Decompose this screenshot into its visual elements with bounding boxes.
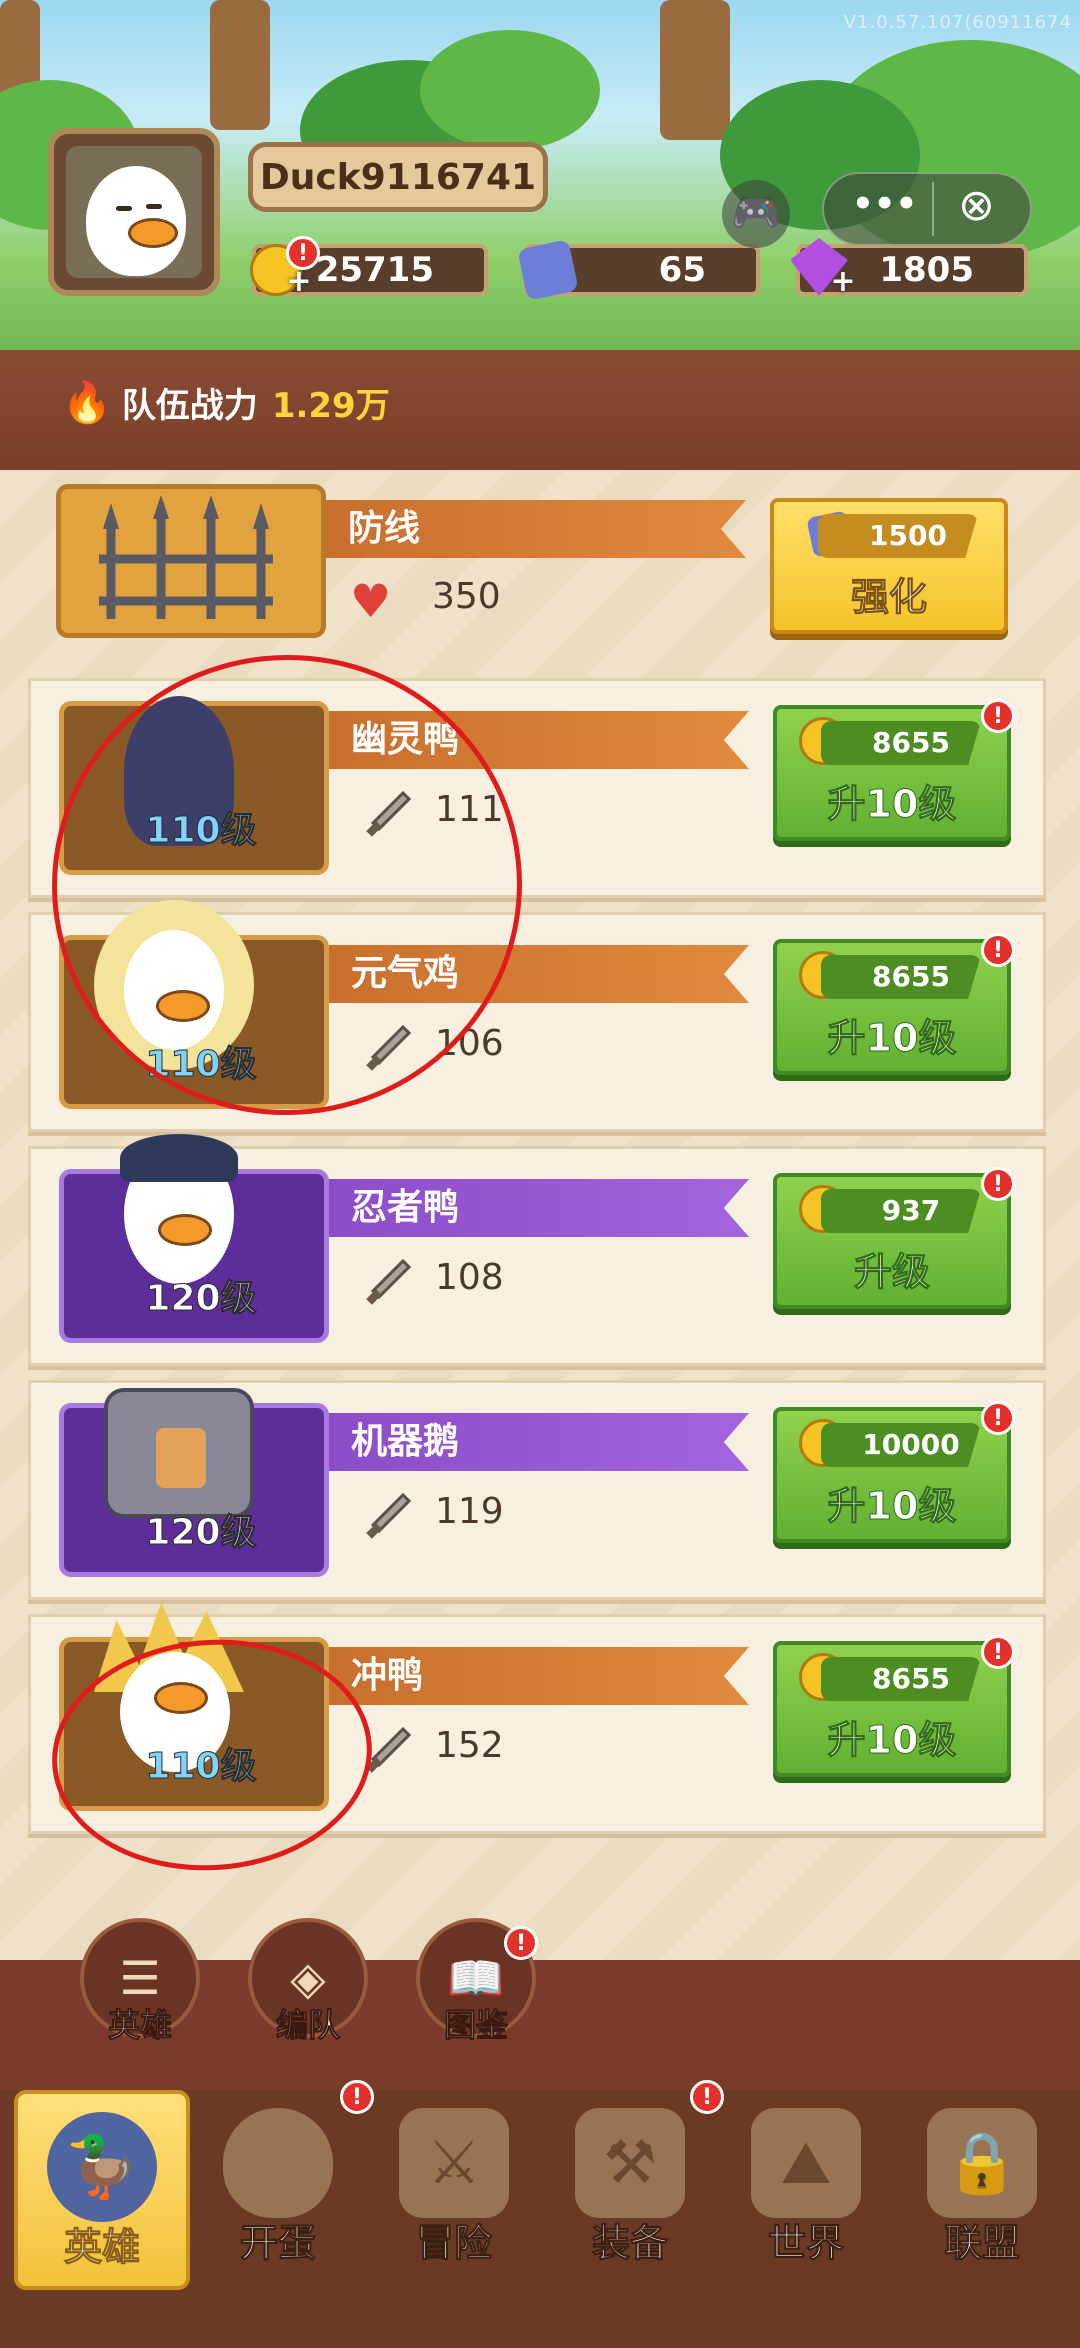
tab-adventure[interactable]: ⚔ 冒险 xyxy=(366,2090,542,2290)
defense-hp: 350 xyxy=(432,576,501,617)
robot-beak-icon xyxy=(156,1428,206,1488)
plus-icon[interactable]: + xyxy=(830,267,856,297)
tab-label: 英雄 xyxy=(63,2225,140,2270)
subnav-label: 英雄 xyxy=(107,2006,172,2045)
hero-name: 冲鸭 xyxy=(329,1647,749,1705)
map-icon: ⛰ xyxy=(751,2108,861,2218)
upgrade-button[interactable]: 8655 升10级 xyxy=(773,939,1011,1075)
fence-icon xyxy=(56,484,326,638)
version-text: V1.0.57.107(60911674 xyxy=(843,12,1072,33)
upgrade-cost: 937 xyxy=(821,1189,981,1233)
tab-label: 装备 xyxy=(591,2221,668,2266)
subnav-label: 图鉴 xyxy=(443,2006,508,2045)
upgrade-label: 升10级 xyxy=(827,1016,957,1061)
tab-label: 联盟 xyxy=(943,2221,1020,2266)
tab-egg[interactable]: 开蛋 xyxy=(190,2090,366,2290)
alert-badge: ! xyxy=(981,1167,1015,1201)
diamond-value: 1805 xyxy=(879,250,974,290)
tab-alliance[interactable]: 🔒 联盟 xyxy=(894,2090,1070,2290)
crossed-swords-icon: ⚔ xyxy=(399,2108,509,2218)
gold-value: 25715 xyxy=(315,250,434,290)
anvil-icon: ⚒ xyxy=(575,2108,685,2218)
tab-label: 开蛋 xyxy=(239,2221,316,2266)
hero-icon: 🦆 xyxy=(47,2112,157,2222)
upgrade-label: 升10级 xyxy=(827,1718,957,1763)
hero-card-ninja-duck[interactable]: 120级 忍者鸭 108 937 升级 ! xyxy=(28,1134,1046,1366)
tab-equipment[interactable]: ⚒ 装备 xyxy=(542,2090,718,2290)
hero-card-robot-goose[interactable]: 120级 机器鹅 119 10000 升10级 ! xyxy=(28,1380,1046,1600)
upgrade-label: 升10级 xyxy=(827,1484,957,1529)
more-button[interactable]: ••• xyxy=(852,184,917,224)
duck-avatar-icon xyxy=(66,146,202,278)
alert-badge: ! xyxy=(981,1635,1015,1669)
team-power: 🔥 队伍战力 1.29万 xyxy=(62,378,390,427)
upgrade-label: 升级 xyxy=(853,1250,930,1295)
upgrade-button[interactable]: 8655 升10级 xyxy=(773,705,1011,841)
sword-icon xyxy=(363,1257,413,1307)
team-power-value: 1.29万 xyxy=(271,386,390,426)
flame-icon: 🔥 xyxy=(62,380,112,426)
tab-label: 世界 xyxy=(767,2221,844,2266)
subnav-label: 编队 xyxy=(275,2006,340,2045)
upgrade-button[interactable]: 937 升级 xyxy=(773,1173,1011,1309)
hero-attack: 152 xyxy=(435,1725,504,1766)
tab-world[interactable]: ⛰ 世界 xyxy=(718,2090,894,2290)
ninja-hood-icon xyxy=(120,1134,238,1182)
alert-badge: ! xyxy=(981,1401,1015,1435)
defense-row: 防线 ♥ 350 1500 强化 xyxy=(28,478,1046,648)
upgrade-cost: 10000 xyxy=(821,1423,981,1467)
upgrade-cost: 8655 xyxy=(821,721,981,765)
hero-name: 忍者鸭 xyxy=(329,1179,749,1237)
upgrade-cost: 8655 xyxy=(821,955,981,999)
player-name[interactable]: Duck9116741 xyxy=(248,142,548,212)
gem-token-value: 65 xyxy=(658,250,706,290)
upgrade-label: 升10级 xyxy=(827,782,957,827)
alert-badge: ! xyxy=(981,699,1015,733)
tab-label: 冒险 xyxy=(415,2221,492,2266)
team-power-label: 队伍战力 xyxy=(121,386,258,426)
hero-level: 120级 xyxy=(145,1512,257,1554)
beak-icon xyxy=(158,1214,212,1246)
upgrade-button[interactable]: 8655 升10级 xyxy=(773,1641,1011,1777)
mini-program-capsule: ••• ⊗ xyxy=(822,172,1032,246)
hero-name: 机器鹅 xyxy=(329,1413,749,1471)
sword-icon xyxy=(363,1491,413,1541)
gamepad-icon[interactable]: 🎮 xyxy=(722,180,790,248)
heart-icon: ♥ xyxy=(350,574,392,628)
gem-token-icon xyxy=(517,239,579,301)
lock-icon: 🔒 xyxy=(927,2108,1037,2218)
upgrade-cost: 8655 xyxy=(821,1657,981,1701)
capsule-divider xyxy=(932,182,934,236)
defense-upgrade-label: 强化 xyxy=(850,575,927,620)
tab-heroes[interactable]: 🦆 英雄 xyxy=(14,2090,190,2290)
subnav-heroes[interactable]: ☰ 英雄 xyxy=(76,1918,204,2068)
player-avatar[interactable] xyxy=(48,128,220,296)
gold-alert-badge: ! xyxy=(286,236,320,270)
defense-upgrade-cost: 1500 xyxy=(818,514,978,558)
hero-level: 120级 xyxy=(145,1278,257,1320)
upgrade-button[interactable]: 10000 升10级 xyxy=(773,1407,1011,1543)
codex-alert-badge: ! xyxy=(504,1926,538,1960)
defense-name: 防线 xyxy=(326,500,746,558)
plus-icon[interactable]: + xyxy=(286,267,312,297)
alert-badge: ! xyxy=(981,933,1015,967)
close-button[interactable]: ⊗ xyxy=(958,180,995,231)
egg-icon xyxy=(223,2108,333,2218)
hero-attack: 119 xyxy=(435,1491,504,1532)
hero-attack: 108 xyxy=(435,1257,504,1298)
defense-upgrade-button[interactable]: 1500 强化 xyxy=(770,498,1008,634)
subnav-formation[interactable]: ◈ 编队 xyxy=(244,1918,372,2068)
